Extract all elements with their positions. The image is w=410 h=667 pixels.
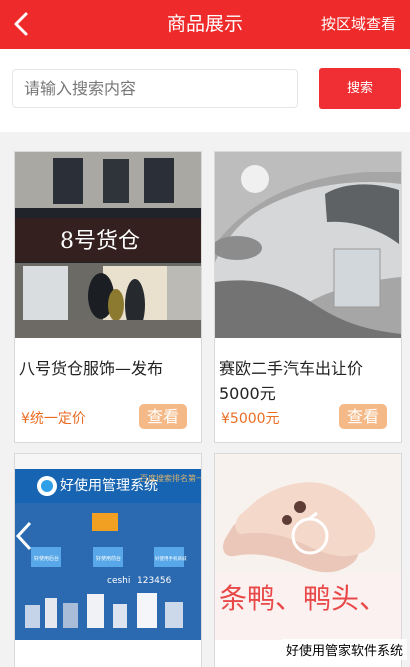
search-bar: 请输入搜索内容 搜索 <box>0 49 410 132</box>
ad-subtitle: 百度搜索排名第一 <box>140 473 201 483</box>
product-card-3[interactable]: 好使用管理系统 百度搜索排名第一 好使用后台 好使用前台 好使用手机商城 ces… <box>14 453 202 667</box>
watermark-label: 好使用管家软件系统 <box>281 639 407 660</box>
duck-banner-text: 条鸭、鸭头、 <box>219 582 387 615</box>
view-button[interactable]: 查看 <box>339 404 387 429</box>
product-price: ¥统一定价 <box>21 411 86 427</box>
store-photo: 8号货仓 <box>15 152 201 338</box>
product-card-1[interactable]: 8号货仓 八号货仓服饰—发布 ¥统一定价 查看 <box>14 151 202 443</box>
software-ad-photo: 好使用管理系统 百度搜索排名第一 好使用后台 好使用前台 好使用手机商城 ces… <box>15 454 201 640</box>
ad-btn-3: 好使用手机商城 <box>155 555 187 562</box>
ad-btn-1: 好使用后台 <box>34 555 59 562</box>
search-button[interactable]: 搜索 <box>319 68 401 109</box>
product-price: ¥5000元 <box>221 411 280 427</box>
top-header: 商品展示 按区域查看 <box>0 0 410 49</box>
ad-account: ceshi <box>107 576 130 586</box>
car-photo <box>215 152 401 338</box>
store-sign-text: 8号货仓 <box>60 229 140 254</box>
ad-btn-2: 好使用前台 <box>96 555 121 562</box>
ad-password: 123456 <box>137 576 172 586</box>
product-grid: 8号货仓 八号货仓服饰—发布 ¥统一定价 查看 赛欧二手汽车出让价5000元 ¥… <box>0 132 410 667</box>
duck-ad-photo: 条鸭、鸭头、 <box>215 454 401 640</box>
product-card-2[interactable]: 赛欧二手汽车出让价5000元 ¥5000元 查看 <box>214 151 402 443</box>
product-name: 八号货仓服饰—发布 <box>19 359 164 378</box>
product-name: 赛欧二手汽车出让价5000元 <box>219 359 364 403</box>
region-view-link[interactable]: 按区域查看 <box>321 0 396 49</box>
search-input[interactable]: 请输入搜索内容 <box>12 69 298 108</box>
view-button[interactable]: 查看 <box>139 404 187 429</box>
product-card-4[interactable]: 条鸭、鸭头、 <box>214 453 402 667</box>
left-arrow-icon[interactable] <box>15 521 33 551</box>
